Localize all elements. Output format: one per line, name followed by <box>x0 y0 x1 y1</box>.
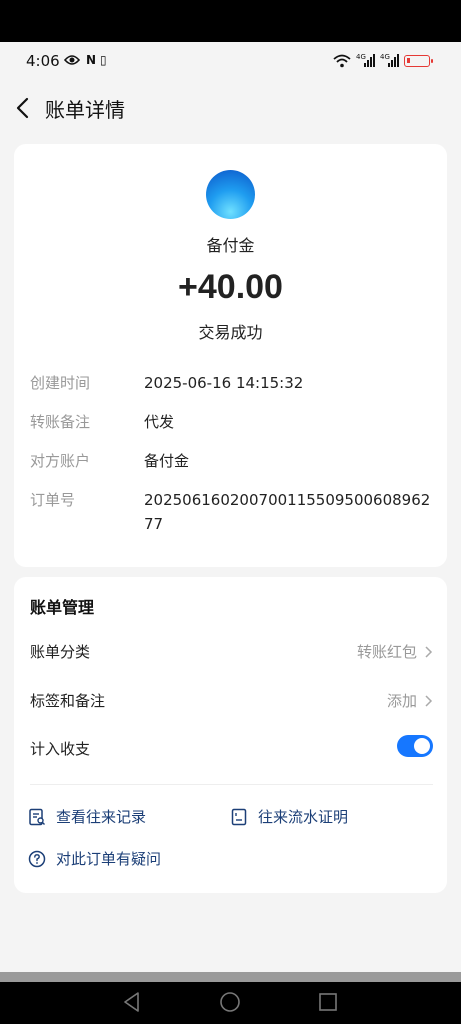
tag-note-value: 添加 <box>386 692 417 710</box>
network-type-label: 4G <box>356 53 366 61</box>
nfc-icon: N <box>86 53 97 67</box>
detail-value: 代发 <box>144 413 175 431</box>
order-question-label: 对此订单有疑问 <box>56 850 162 868</box>
network-type-label-2: 4G <box>380 53 390 61</box>
order-number-value[interactable]: 20250616020070011550950060896277 <box>144 488 434 536</box>
vibrate-icon: ▯ <box>100 53 107 67</box>
status-time: 4:06 <box>26 52 60 70</box>
detail-label: 转账备注 <box>30 413 91 431</box>
records-icon <box>29 808 45 826</box>
page-title: 账单详情 <box>45 98 125 122</box>
view-records-link[interactable]: 查看往来记录 <box>28 806 178 828</box>
nav-back-icon[interactable] <box>120 990 144 1014</box>
back-arrow-icon[interactable] <box>10 94 38 122</box>
bill-management-card: 账单管理 账单分类 转账红包 标签和备注 添加 计入收支 查看往来记录 往来流水… <box>14 577 447 893</box>
order-question-link[interactable]: 对此订单有疑问 <box>28 848 198 870</box>
bill-category-label: 账单分类 <box>30 643 91 661</box>
transaction-status: 交易成功 <box>198 323 263 342</box>
detail-label: 订单号 <box>30 491 76 509</box>
chevron-right-icon <box>425 695 433 707</box>
detail-label: 创建时间 <box>30 374 91 392</box>
transaction-amount: +40.00 <box>178 268 283 306</box>
battery-icon <box>404 55 433 67</box>
include-in-stats-label: 计入收支 <box>30 740 91 758</box>
view-records-label: 查看往来记录 <box>56 808 147 826</box>
chevron-right-icon <box>425 646 433 658</box>
eye-icon <box>64 55 80 65</box>
bill-category-value: 转账红包 <box>356 643 417 661</box>
payee-name: 备付金 <box>206 236 255 255</box>
bill-category-row[interactable]: 账单分类 转账红包 <box>30 640 433 664</box>
top-black-bar <box>0 0 461 42</box>
transaction-card: 备付金 +40.00 交易成功 创建时间 2025-06-16 14:15:32… <box>14 144 447 567</box>
bottom-strip <box>0 972 461 982</box>
signal-icon: 4G <box>356 53 375 67</box>
question-circle-icon <box>28 850 46 868</box>
system-nav-bar <box>0 982 461 1024</box>
payee-avatar <box>206 170 255 219</box>
transaction-proof-link[interactable]: 往来流水证明 <box>230 806 380 828</box>
wifi-icon <box>333 54 351 68</box>
detail-label: 对方账户 <box>30 452 91 470</box>
include-in-stats-toggle[interactable] <box>397 735 433 757</box>
toggle-knob <box>414 738 430 754</box>
status-bar: 4:06 N ▯ 4G 4G <box>0 42 461 80</box>
section-title: 账单管理 <box>30 598 95 617</box>
signal-icon-2: 4G <box>380 53 399 67</box>
nav-home-icon[interactable] <box>218 990 242 1014</box>
tag-note-label: 标签和备注 <box>30 692 106 710</box>
include-in-stats-row: 计入收支 <box>30 735 433 761</box>
nav-header: 账单详情 <box>0 80 461 136</box>
tag-note-row[interactable]: 标签和备注 添加 <box>30 689 433 713</box>
nav-recents-icon[interactable] <box>316 990 340 1014</box>
document-icon <box>231 808 247 826</box>
transaction-proof-label: 往来流水证明 <box>258 808 349 826</box>
divider <box>30 784 433 785</box>
detail-value: 备付金 <box>144 452 190 470</box>
detail-value: 2025-06-16 14:15:32 <box>144 374 304 392</box>
